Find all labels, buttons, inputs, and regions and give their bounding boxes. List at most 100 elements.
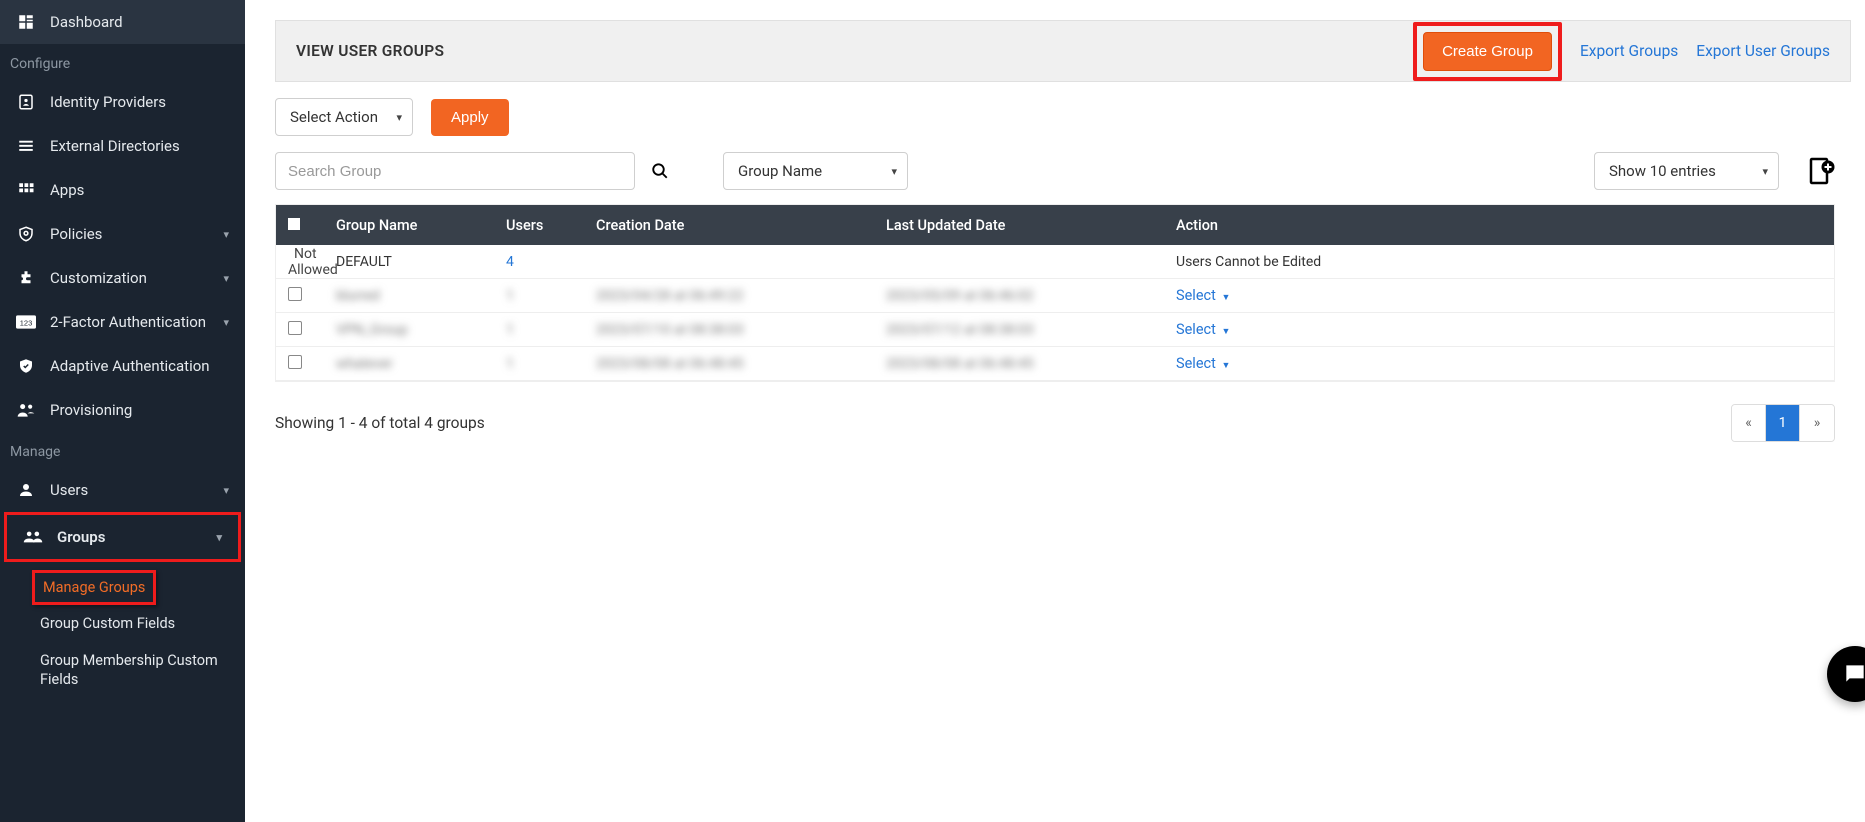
cell-created: 2023/07/10 at 08:38:03 <box>596 322 886 338</box>
group-icon <box>23 527 43 547</box>
sidebar-item-users[interactable]: Users ▾ <box>0 468 245 512</box>
cell-users: 1 <box>506 288 596 304</box>
highlight-groups: Groups ▾ <box>4 512 241 562</box>
row-select-dropdown[interactable]: Select ▼ <box>1176 355 1230 372</box>
sidebar-item-dashboard[interactable]: Dashboard <box>0 0 245 44</box>
sidebar-sub-group-membership[interactable]: Group Membership Custom Fields <box>0 642 245 700</box>
th-updated-date[interactable]: Last Updated Date <box>886 217 1176 234</box>
label: Select <box>1176 355 1216 372</box>
cell-updated: 2023/07/12 at 08:38:03 <box>886 322 1176 338</box>
cell-users-link[interactable]: 4 <box>506 254 596 270</box>
table-row: whatever 1 2023/08/08 at 06:48:45 2023/0… <box>276 347 1834 381</box>
cell-updated: 2023/08/08 at 06:48:45 <box>886 356 1176 372</box>
chevron-down-icon: ▾ <box>223 316 229 329</box>
label: Apps <box>50 181 229 199</box>
pagination: « 1 » <box>1731 404 1835 442</box>
cell-group-name: DEFAULT <box>336 254 506 270</box>
create-group-button[interactable]: Create Group <box>1423 32 1552 71</box>
section-manage: Manage <box>0 432 245 468</box>
apply-button[interactable]: Apply <box>431 99 509 136</box>
select-all-checkbox[interactable] <box>288 218 300 230</box>
sidebar-item-adaptive-auth[interactable]: Adaptive Authentication <box>0 344 245 388</box>
sidebar-item-groups[interactable]: Groups ▾ <box>7 515 238 559</box>
add-column-icon[interactable] <box>1809 157 1835 185</box>
cell-group-name: VPN_Group <box>336 322 506 338</box>
row-checkbox[interactable] <box>288 321 302 335</box>
caret-icon: ▼ <box>1221 293 1230 303</box>
search-icon[interactable] <box>651 162 669 180</box>
export-user-groups-link[interactable]: Export User Groups <box>1696 42 1830 60</box>
groups-table: Group Name Users Creation Date Last Upda… <box>275 204 1835 382</box>
shield-check-icon <box>16 356 36 376</box>
chevron-down-icon: ▾ <box>223 228 229 241</box>
row-checkbox[interactable] <box>288 287 302 301</box>
users-sync-icon <box>16 400 36 420</box>
cell-group-name: blurred <box>336 288 506 304</box>
pager-page-1[interactable]: 1 <box>1766 405 1800 441</box>
cell-updated: 2023/05/09 at 06:46:02 <box>886 288 1176 304</box>
cell-action-text: Users Cannot be Edited <box>1176 254 1834 270</box>
export-groups-link[interactable]: Export Groups <box>1580 42 1678 60</box>
id-badge-icon <box>16 92 36 112</box>
cell-created: 2023/08/08 at 06:48:45 <box>596 356 886 372</box>
label: Groups <box>57 528 216 546</box>
bulk-action-row: Select Action ▾ Apply <box>275 98 1835 136</box>
th-users[interactable]: Users <box>506 217 596 234</box>
row-not-allowed: Not Allowed <box>288 246 338 278</box>
label: Dashboard <box>50 13 229 31</box>
sidebar: Dashboard Configure Identity Providers E… <box>0 0 245 822</box>
filter-column-dropdown[interactable]: Group Name ▾ <box>723 152 908 190</box>
table-header: Group Name Users Creation Date Last Upda… <box>276 205 1834 245</box>
filter-row: Group Name ▾ Show 10 entries ▾ <box>275 152 1835 190</box>
sidebar-item-external-directories[interactable]: External Directories <box>0 124 245 168</box>
label: Identity Providers <box>50 93 229 111</box>
sidebar-item-customization[interactable]: Customization ▾ <box>0 256 245 300</box>
sidebar-sub-manage-groups[interactable]: Manage Groups <box>32 570 156 605</box>
cell-users: 1 <box>506 322 596 338</box>
table-row: blurred 1 2023/04/28 at 06:49:22 2023/05… <box>276 279 1834 313</box>
row-select-dropdown[interactable]: Select ▼ <box>1176 287 1230 304</box>
table-row: VPN_Group 1 2023/07/10 at 08:38:03 2023/… <box>276 313 1834 347</box>
search-input[interactable] <box>275 152 635 190</box>
pager-prev[interactable]: « <box>1732 405 1766 441</box>
label: Select <box>1176 287 1216 304</box>
th-creation-date[interactable]: Creation Date <box>596 217 886 234</box>
chevron-down-icon: ▾ <box>216 531 222 544</box>
sidebar-item-policies[interactable]: Policies ▾ <box>0 212 245 256</box>
svg-text:123: 123 <box>20 318 33 327</box>
sidebar-item-provisioning[interactable]: Provisioning <box>0 388 245 432</box>
row-checkbox[interactable] <box>288 355 302 369</box>
label: Provisioning <box>50 401 229 419</box>
page-title: VIEW USER GROUPS <box>296 42 444 60</box>
sidebar-item-identity-providers[interactable]: Identity Providers <box>0 80 245 124</box>
puzzle-icon <box>16 268 36 288</box>
label: Users <box>50 481 223 499</box>
sidebar-item-2fa[interactable]: 123 2-Factor Authentication ▾ <box>0 300 245 344</box>
th-group-name[interactable]: Group Name <box>336 217 506 234</box>
pager-next[interactable]: » <box>1800 405 1834 441</box>
entries-label: Show 10 entries <box>1609 162 1716 180</box>
chevron-down-icon: ▾ <box>223 484 229 497</box>
caret-icon: ▾ <box>891 165 897 178</box>
select-action-dropdown[interactable]: Select Action ▾ <box>275 98 413 136</box>
sidebar-item-apps[interactable]: Apps <box>0 168 245 212</box>
shield-search-icon <box>16 224 36 244</box>
showing-text: Showing 1 - 4 of total 4 groups <box>275 414 485 432</box>
label: 2-Factor Authentication <box>50 313 223 331</box>
entries-dropdown[interactable]: Show 10 entries ▾ <box>1594 152 1779 190</box>
user-icon <box>16 480 36 500</box>
highlight-create-group: Create Group <box>1413 22 1562 81</box>
label: Policies <box>50 225 223 243</box>
caret-icon: ▼ <box>1221 327 1230 337</box>
label: Customization <box>50 269 223 287</box>
th-action: Action <box>1176 217 1834 234</box>
chevron-down-icon: ▾ <box>223 272 229 285</box>
sidebar-sub-group-custom-fields[interactable]: Group Custom Fields <box>0 605 245 642</box>
section-configure: Configure <box>0 44 245 80</box>
row-select-dropdown[interactable]: Select ▼ <box>1176 321 1230 338</box>
label: Adaptive Authentication <box>50 357 229 375</box>
caret-icon: ▾ <box>1762 165 1768 178</box>
caret-icon: ▾ <box>396 111 402 124</box>
number-icon: 123 <box>16 312 36 332</box>
table-row: Not Allowed DEFAULT 4 Users Cannot be Ed… <box>276 245 1834 279</box>
